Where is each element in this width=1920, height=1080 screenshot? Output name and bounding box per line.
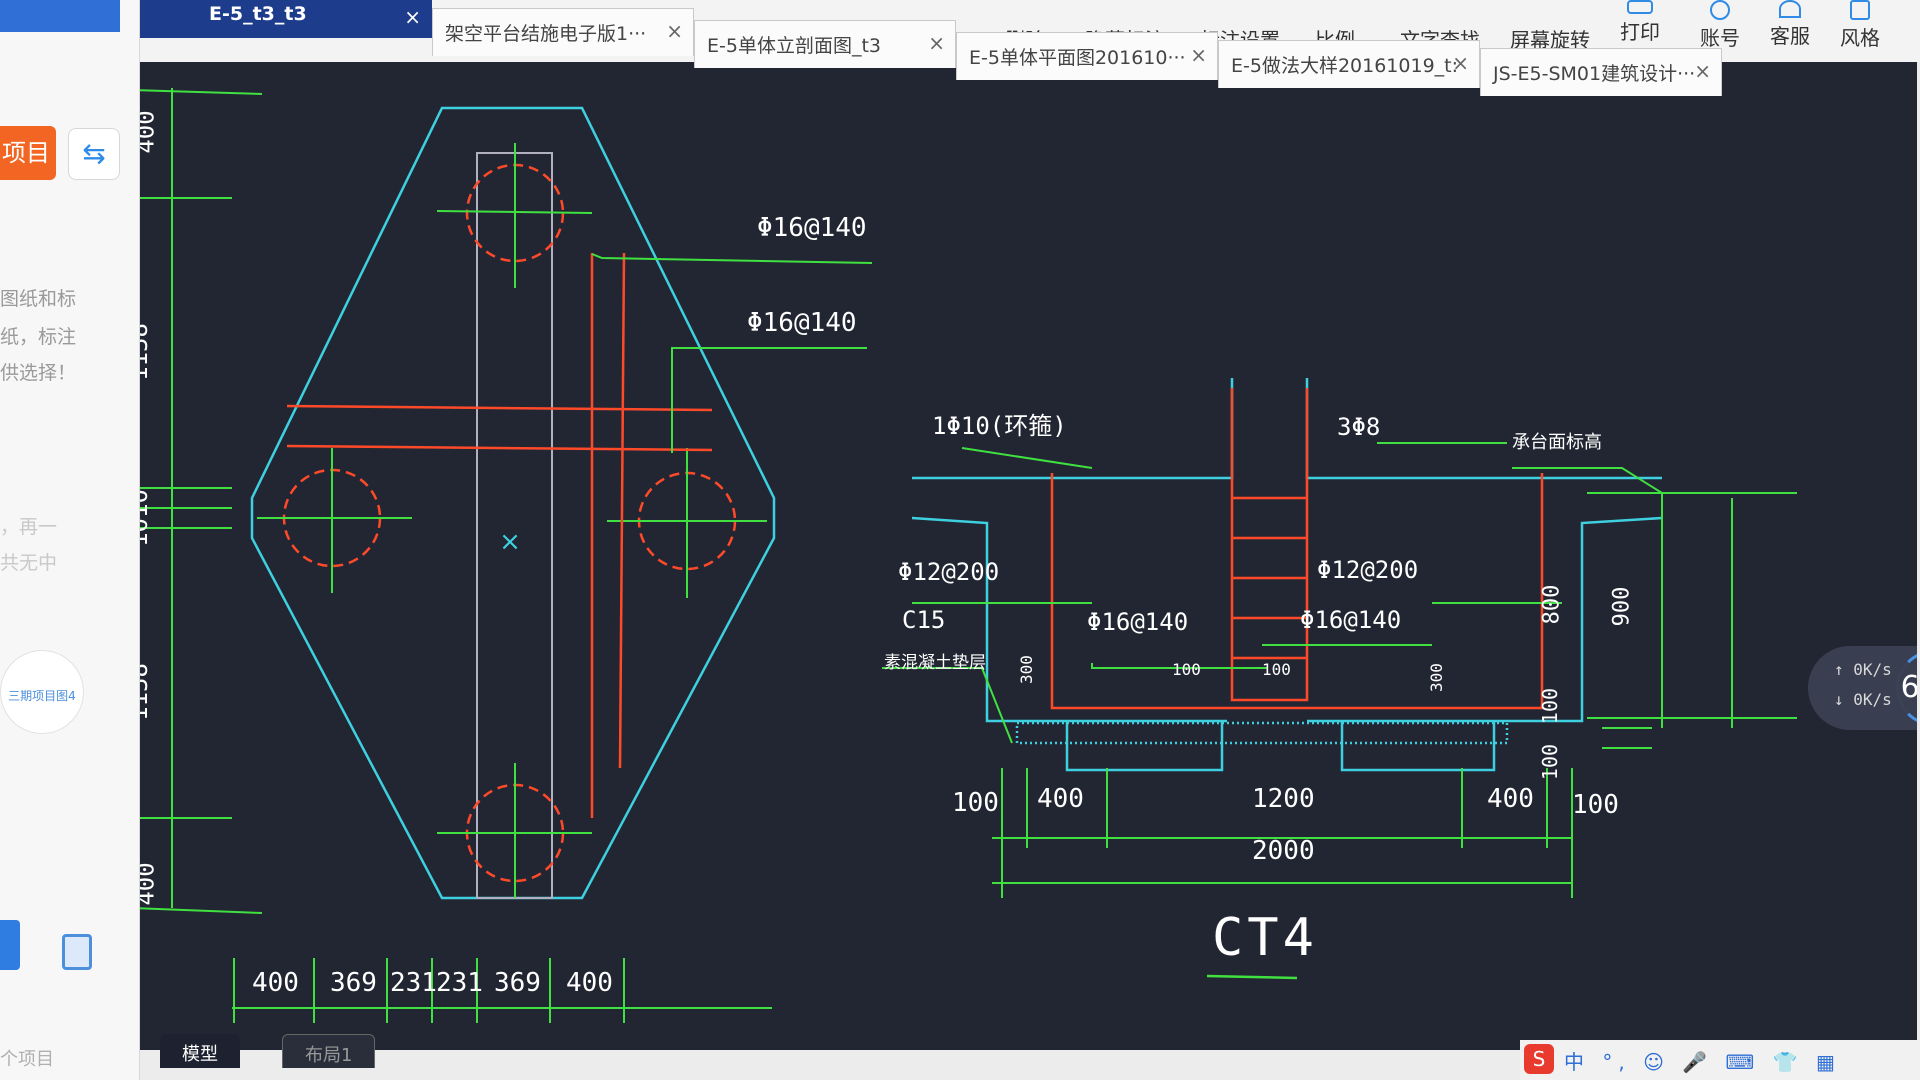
plan-dim-bottom: 231 (390, 968, 437, 998)
net-speed-widget[interactable]: ↑ 0K/s ↓ 0K/s 64% (1808, 646, 1917, 730)
plan-dim-ext-line (132, 907, 263, 914)
tab-floor-plan[interactable]: E-5单体平面图201610··· × (956, 32, 1218, 80)
plan-rebar-label: Φ16@140 (747, 308, 857, 338)
section-dim-small: 100 (1262, 660, 1291, 679)
section-dim-small: 300 (1016, 655, 1036, 684)
plan-dim-ext-line (132, 89, 263, 95)
side-rebar-label-right: Φ12@200 (1317, 556, 1419, 584)
tab-section[interactable]: E-5单体立剖面图_t3 × (694, 20, 956, 68)
tab-elevated-platform[interactable]: 架空平台结施电子版1··· × (432, 8, 694, 56)
close-icon[interactable]: × (928, 31, 945, 55)
tab-model[interactable]: 模型 (160, 1034, 240, 1068)
style-button[interactable]: 风格 (1840, 0, 1880, 51)
tab-e5-t3[interactable]: E-5_t3_t3 × (132, 0, 432, 38)
plan-dim-bottom: 400 (252, 968, 299, 998)
section-dim-right: 100 (1538, 687, 1563, 725)
tab-architecture-spec[interactable]: JS-E5-SM01建筑设计··· × (1480, 48, 1722, 96)
title-underline (1206, 974, 1298, 980)
customer-service-icon (1779, 0, 1801, 18)
tab-layout1[interactable]: 布局1 (282, 1034, 376, 1068)
faded-text: 共无中 (0, 552, 58, 574)
center-mark: × (499, 527, 521, 557)
plan-dim-bottom: 369 (330, 968, 377, 998)
plan-dim-bottom: 231 (436, 968, 483, 998)
c15-label: C15 (902, 606, 946, 634)
upload-speed: ↑ 0K/s (1834, 660, 1892, 679)
cad-drawing: × (132, 88, 1797, 1023)
memory-percent: 64% (1896, 650, 1917, 726)
section-dim-bottom: 1200 (1252, 784, 1315, 814)
cad-canvas[interactable]: × 400 1158 1010 1158 400 400 369 231 231… (132, 28, 1917, 1050)
section-dim-small: 100 (1172, 660, 1201, 679)
section-dim-small: 300 (1426, 663, 1446, 692)
sheet-icon[interactable] (62, 934, 92, 970)
project-button[interactable]: 项目 (0, 126, 56, 180)
left-sidebar: 项目 ⇆ 图纸和标 纸，标注 供选择！ ，再一 共无中 三期项目图4 个项目 (0, 0, 140, 1080)
document-tabs: E-5_t3_t3 × 架空平台结施电子版1··· × E-5单体立剖面图_t3… (132, 0, 1772, 96)
drawing-title: CT4 (1212, 908, 1318, 968)
project-badge[interactable]: 三期项目图4 (0, 650, 84, 734)
close-icon[interactable]: × (1452, 51, 1469, 75)
section-dim-bottom: 100 (952, 788, 999, 818)
plan-dim-bottom: 400 (566, 968, 613, 998)
top-bars-label: 3Φ8 (1337, 413, 1381, 441)
close-icon[interactable]: × (1190, 43, 1207, 67)
c15-note: 素混凝土垫层 (884, 653, 986, 673)
download-speed: ↓ 0K/s (1834, 690, 1892, 709)
side-rebar-label-left: Φ12@200 (898, 558, 1000, 586)
ime-status[interactable]: 中 °, ☺ 🎤 ⌨ 👕 ▦ (1564, 1046, 1841, 1075)
cap-top-elevation-label: 承台面标高 (1512, 432, 1602, 453)
help-text: 图纸和标 (0, 288, 77, 310)
section-dim-bottom: 400 (1037, 784, 1084, 814)
sidebar-footer: 个项目 (0, 1049, 54, 1070)
section-dim-right: 100 (1538, 743, 1563, 781)
section-dim-right: 900 (1609, 586, 1635, 627)
bottom-rebar-label-right: Φ16@140 (1300, 606, 1402, 634)
faded-text: ，再一 (0, 516, 58, 538)
document-icon[interactable] (0, 920, 20, 970)
hoop-label: 1Φ10(环箍) (932, 412, 1067, 440)
ime-toolbar: S 中 °, ☺ 🎤 ⌨ 👕 ▦ (1520, 1040, 1920, 1080)
close-icon[interactable]: × (666, 19, 683, 43)
plan-dim-bottom: 369 (494, 968, 541, 998)
bottom-rebar-label-left: Φ16@140 (1087, 608, 1189, 636)
tab-details[interactable]: E-5做法大样20161019_t: × (1218, 40, 1480, 88)
pile-cap-outline (250, 106, 776, 900)
plan-rebar-label: Φ16@140 (757, 213, 867, 243)
style-icon (1850, 0, 1870, 20)
customer-service-button[interactable]: 客服 (1770, 0, 1810, 49)
help-text: 供选择！ (0, 362, 77, 384)
sidebar-header (0, 0, 120, 32)
section-dim-bottom: 400 (1487, 784, 1534, 814)
help-text: 纸，标注 (0, 326, 77, 348)
section-dim-bottom: 100 (1572, 790, 1619, 820)
sync-icon[interactable]: ⇆ (68, 128, 120, 180)
section-dim-total: 2000 (1252, 836, 1315, 866)
close-icon[interactable]: × (404, 5, 421, 29)
sogou-logo-icon[interactable]: S (1524, 1044, 1554, 1074)
section-dim-right: 800 (1539, 584, 1565, 625)
close-icon[interactable]: × (1694, 59, 1711, 83)
